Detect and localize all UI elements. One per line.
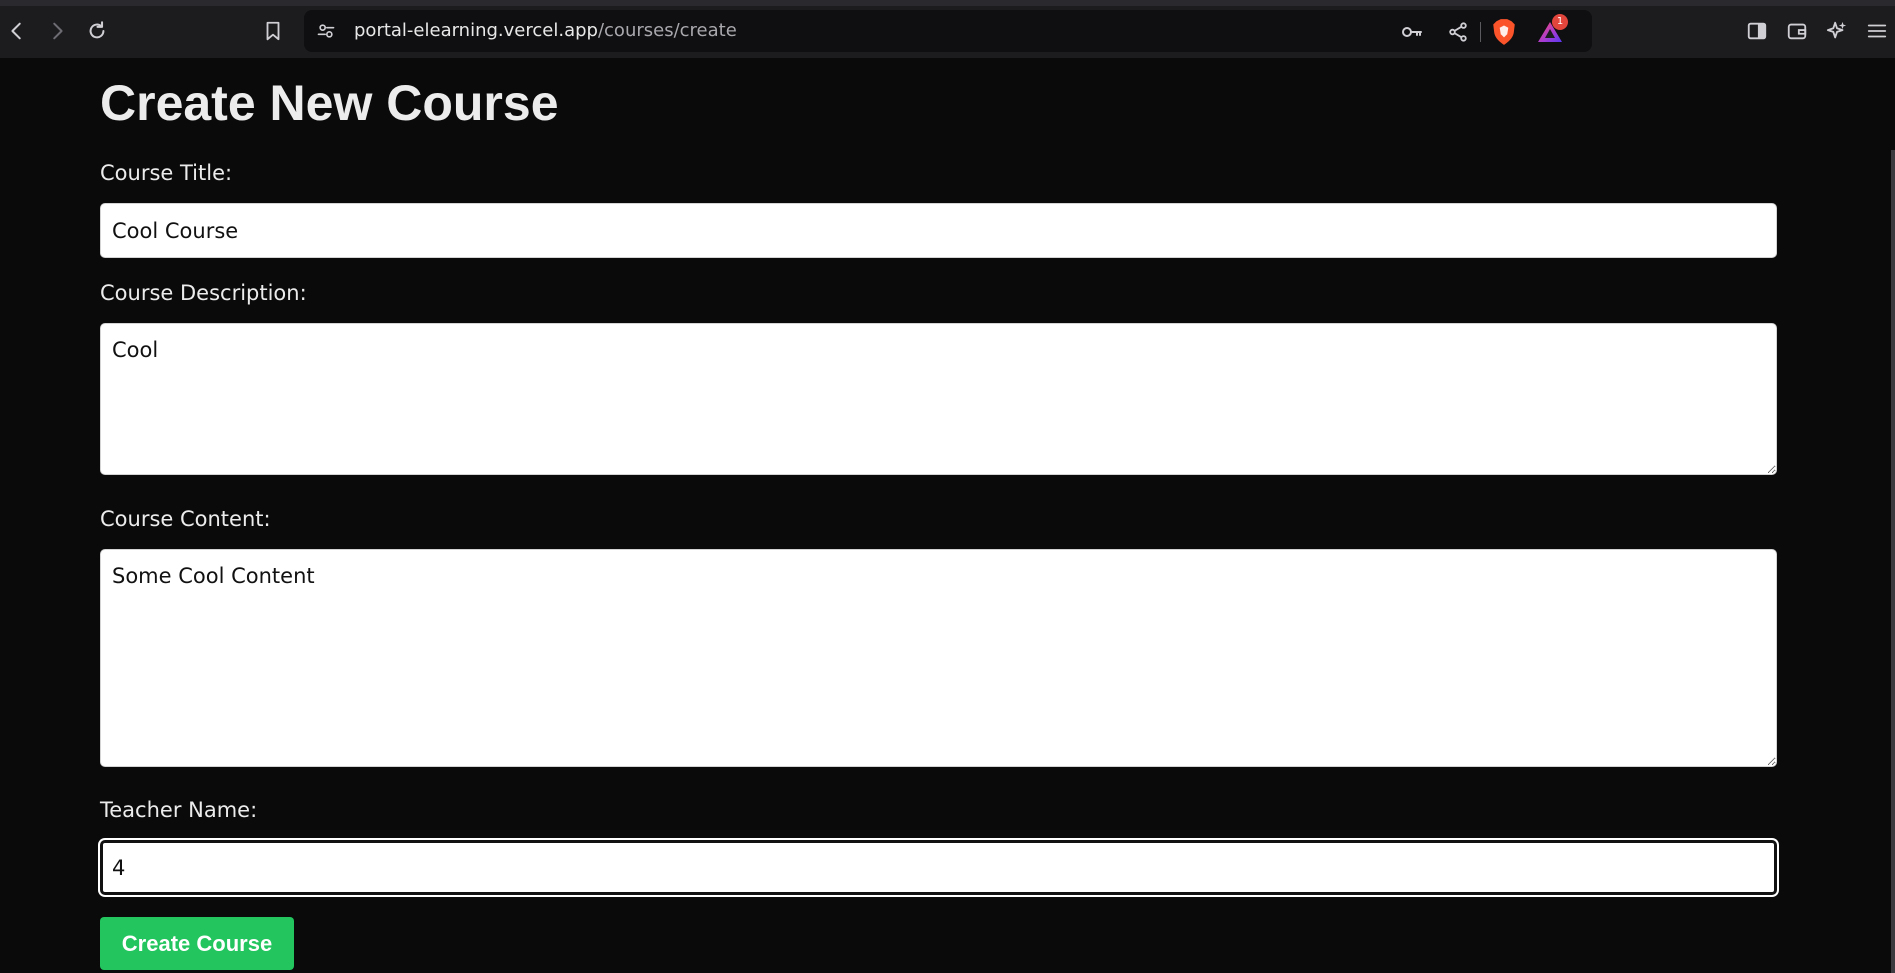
course-content-textarea[interactable]: Some Cool Content bbox=[100, 549, 1777, 767]
course-title-label: Course Title: bbox=[100, 161, 233, 185]
back-icon bbox=[11, 22, 21, 40]
address-bar[interactable]: portal-elearning.vercel.app/courses/crea… bbox=[304, 10, 1592, 52]
leo-ai-icon bbox=[1826, 21, 1847, 39]
bookmark-button[interactable] bbox=[256, 14, 290, 48]
site-settings-icon[interactable] bbox=[314, 19, 338, 43]
key-icon[interactable] bbox=[1398, 18, 1426, 46]
bookmark-icon bbox=[266, 21, 280, 41]
back-button[interactable] bbox=[0, 14, 34, 48]
url-host: portal-elearning.vercel.app bbox=[354, 20, 598, 41]
reload-icon bbox=[89, 21, 105, 39]
course-title-input[interactable] bbox=[100, 203, 1777, 258]
url-path: /courses/create bbox=[597, 20, 737, 41]
menu-icon bbox=[1867, 24, 1887, 38]
reload-button[interactable] bbox=[80, 14, 114, 48]
page-scrollbar-thumb[interactable] bbox=[1891, 150, 1895, 973]
sidebar-icon bbox=[1747, 22, 1767, 40]
course-content-label: Course Content: bbox=[100, 507, 271, 531]
main-menu-button[interactable] bbox=[1862, 16, 1892, 46]
wallet-icon bbox=[1787, 23, 1807, 40]
sidebar-toggle-button[interactable] bbox=[1742, 16, 1772, 46]
wallet-button[interactable] bbox=[1782, 16, 1812, 46]
rewards-notification-badge: 1 bbox=[1552, 14, 1568, 30]
leo-ai-button[interactable] bbox=[1822, 16, 1852, 46]
url-separator bbox=[1480, 22, 1481, 42]
url-text[interactable]: portal-elearning.vercel.app/courses/crea… bbox=[354, 20, 737, 41]
create-course-button[interactable]: Create Course bbox=[100, 917, 294, 970]
forward-button[interactable] bbox=[40, 14, 74, 48]
page-title: Create New Course bbox=[100, 75, 559, 131]
teacher-name-label: Teacher Name: bbox=[100, 798, 258, 822]
teacher-name-input[interactable] bbox=[100, 840, 1777, 895]
course-description-label: Course Description: bbox=[100, 281, 307, 305]
forward-icon bbox=[53, 22, 63, 40]
share-icon[interactable] bbox=[1444, 18, 1472, 46]
brave-shields-icon[interactable] bbox=[1490, 18, 1518, 46]
course-description-textarea[interactable]: Cool bbox=[100, 323, 1777, 475]
browser-toolbar: portal-elearning.vercel.app/courses/crea… bbox=[0, 0, 1895, 58]
